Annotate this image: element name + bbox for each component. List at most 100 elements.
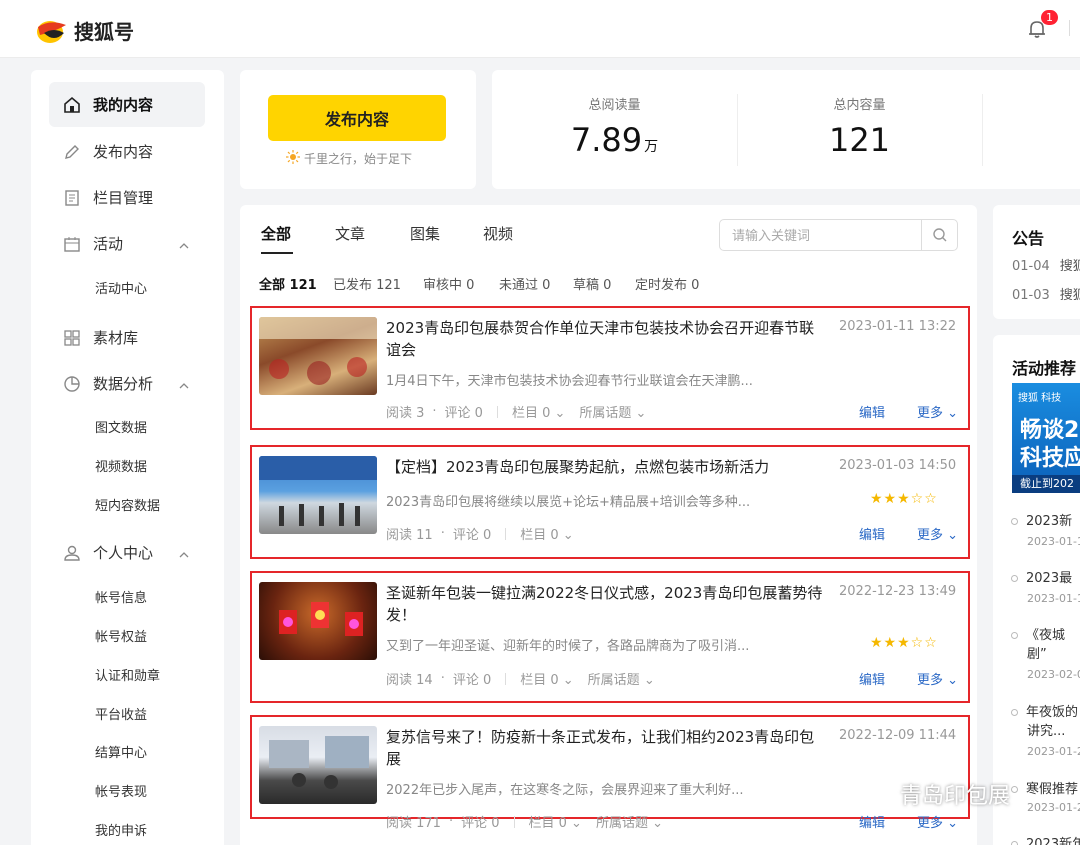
wechat-watermark: 青岛印包展 <box>866 778 1010 810</box>
topic-dropdown[interactable]: 所属话题 ⌄ <box>588 669 655 688</box>
sidebar-item-label: 活动 <box>93 235 124 253</box>
column-dropdown[interactable]: 栏目 0 ⌄ <box>520 524 573 543</box>
notice-row[interactable]: 01-04 搜狐 <box>1012 255 1080 274</box>
filter-scheduled[interactable]: 定时发布 0 <box>635 274 699 293</box>
activity-date: 2023-02-0 <box>1027 668 1080 681</box>
logo[interactable]: 搜狐号 <box>36 16 134 45</box>
rating-stars: ★★★☆☆ <box>870 491 938 507</box>
document-icon <box>63 189 81 207</box>
activity-item[interactable]: 年夜饭的 <box>1011 701 1078 720</box>
article-meta: 阅读 11 · 评论 0 栏目 0 ⌄ <box>386 524 574 543</box>
sidebar-item-columns[interactable]: 栏目管理 <box>49 175 205 220</box>
slogan-text: 千里之行，始于足下 <box>304 152 413 166</box>
search-input[interactable] <box>720 220 920 250</box>
sidebar-sub-account-info[interactable]: 帐号信息 <box>95 587 147 606</box>
notice-card: 公告 01-04 搜狐 01-03 搜狐 <box>993 205 1080 319</box>
read-count: 阅读 11 <box>386 528 433 543</box>
column-dropdown[interactable]: 栏目 0 ⌄ <box>512 402 565 421</box>
sidebar-sub-certification[interactable]: 认证和勋章 <box>95 665 160 684</box>
list-item[interactable]: 【定档】2023青岛印包展聚势起航，点燃包装市场新活力 2023-01-03 1… <box>250 445 970 559</box>
more-dropdown[interactable]: 更多 ⌄ <box>917 402 958 421</box>
comment-count: 评论 0 <box>452 528 492 543</box>
sidebar-sub-settlement[interactable]: 结算中心 <box>95 742 147 761</box>
article-meta: 阅读 3 · 评论 0 栏目 0 ⌄ 所属话题 ⌄ <box>386 402 647 421</box>
column-dropdown[interactable]: 栏目 0 ⌄ <box>529 812 582 831</box>
filter-drafts[interactable]: 草稿 0 <box>573 274 611 293</box>
activity-date: 2023-01-1 <box>1027 592 1080 605</box>
sidebar-sub-short-data[interactable]: 短内容数据 <box>95 495 160 514</box>
publish-content-button[interactable]: 发布内容 <box>268 95 446 141</box>
chevron-up-icon <box>179 546 189 558</box>
sidebar-item-label: 我的内容 <box>93 96 154 114</box>
activity-banner[interactable]: 搜狐 科技 畅谈2 科技应 截止到202 <box>1012 383 1080 493</box>
stat-value: 7.89 万 <box>570 121 659 159</box>
search-icon[interactable] <box>921 220 957 250</box>
list-item[interactable]: 2023青岛印包展恭贺合作单位天津市包装技术协会召开迎春节联谊会 2023-01… <box>250 306 970 430</box>
more-dropdown[interactable]: 更多 ⌄ <box>917 524 958 543</box>
edit-link[interactable]: 编辑 <box>859 812 885 831</box>
stat-label: 总内容量 <box>833 98 886 113</box>
more-dropdown[interactable]: 更多 ⌄ <box>917 812 958 831</box>
activity-title: 活动推荐 <box>1012 359 1077 378</box>
sidebar-sub-performance[interactable]: 帐号表现 <box>95 781 147 800</box>
activity-date: 2023-01-2 <box>1027 801 1080 814</box>
filter-published[interactable]: 已发布 121 <box>333 274 401 293</box>
edit-link[interactable]: 编辑 <box>859 669 885 688</box>
sidebar-sub-appeal[interactable]: 我的申诉 <box>95 820 147 839</box>
comment-count: 评论 0 <box>444 406 483 421</box>
sidebar-item-label: 个人中心 <box>93 544 154 562</box>
list-item[interactable]: 圣诞新年包装一键拉满2022冬日仪式感，2023青岛印包展蓄势待发！ 2022-… <box>250 571 970 703</box>
stats-card: 总阅读量 7.89 万 总内容量 121 <box>492 70 1080 189</box>
tab-all[interactable]: 全部 <box>261 223 291 244</box>
sidebar-sub-revenue[interactable]: 平台收益 <box>95 704 147 723</box>
sidebar-sub-account-rights[interactable]: 帐号权益 <box>95 626 147 645</box>
activity-item[interactable]: 《夜城 <box>1011 624 1065 643</box>
stat-value: 121 <box>828 121 891 159</box>
more-dropdown[interactable]: 更多 ⌄ <box>917 669 958 688</box>
tab-videos[interactable]: 视频 <box>483 223 513 244</box>
article-title[interactable]: 圣诞新年包装一键拉满2022冬日仪式感，2023青岛印包展蓄势待发！ <box>386 582 826 626</box>
sidebar-item-analytics[interactable]: 数据分析 <box>49 361 205 406</box>
edit-link[interactable]: 编辑 <box>859 524 885 543</box>
sidebar-sub-article-data[interactable]: 图文数据 <box>95 417 147 436</box>
column-dropdown[interactable]: 栏目 0 ⌄ <box>520 669 573 688</box>
sidebar-item-activity[interactable]: 活动 <box>49 221 205 266</box>
topic-dropdown[interactable]: 所属话题 ⌄ <box>579 402 646 421</box>
activity-item[interactable]: 2023最 <box>1011 567 1072 586</box>
activity-item[interactable]: 2023新年 <box>1011 833 1080 845</box>
divider <box>1069 20 1070 36</box>
content-list-card: 全部 文章 图集 视频 全部 121 已发布 121 审核中 0 未通过 0 草… <box>240 205 977 845</box>
filter-rejected[interactable]: 未通过 0 <box>499 274 550 293</box>
slogan: 千里之行，始于足下 <box>286 150 412 167</box>
notice-title: 公告 <box>1012 229 1045 248</box>
article-date: 2023-01-11 13:22 <box>839 319 957 334</box>
wechat-icon <box>866 780 894 808</box>
activity-item[interactable]: 2023新 <box>1011 510 1072 529</box>
filter-all[interactable]: 全部 121 <box>259 274 317 293</box>
topic-dropdown[interactable]: 所属话题 ⌄ <box>596 812 663 831</box>
sidebar-item-publish[interactable]: 发布内容 <box>49 129 205 174</box>
filter-reviewing[interactable]: 审核中 0 <box>423 274 474 293</box>
tab-albums[interactable]: 图集 <box>410 223 440 244</box>
article-title[interactable]: 复苏信号来了！防疫新十条正式发布，让我们相约2023青岛印包展 <box>386 726 826 770</box>
article-title[interactable]: 2023青岛印包展恭贺合作单位天津市包装技术协会召开迎春节联谊会 <box>386 317 826 361</box>
tab-articles[interactable]: 文章 <box>335 223 365 244</box>
grid-icon <box>63 329 81 347</box>
sidebar-item-materials[interactable]: 素材库 <box>49 315 205 360</box>
notice-row[interactable]: 01-03 搜狐 <box>1012 284 1080 303</box>
read-count: 阅读 171 <box>386 816 441 831</box>
article-title[interactable]: 【定档】2023青岛印包展聚势起航，点燃包装市场新活力 <box>386 456 826 478</box>
brand-name: 搜狐号 <box>74 20 134 44</box>
activity-date: 2023-01-1 <box>1027 535 1080 548</box>
list-item[interactable]: 复苏信号来了！防疫新十条正式发布，让我们相约2023青岛印包展 2022-12-… <box>250 715 970 831</box>
sidebar-sub-video-data[interactable]: 视频数据 <box>95 456 147 475</box>
rating-stars: ★★★☆☆ <box>870 635 938 651</box>
sidebar-item-my-content[interactable]: 我的内容 <box>49 82 205 127</box>
activity-item[interactable]: 寒假推荐 <box>1011 778 1078 797</box>
sidebar-sub-activity-center[interactable]: 活动中心 <box>95 278 147 297</box>
article-meta: 阅读 171 · 评论 0 栏目 0 ⌄ 所属话题 ⌄ <box>386 812 663 831</box>
notification-badge: 1 <box>1041 10 1058 25</box>
edit-link[interactable]: 编辑 <box>859 402 885 421</box>
sidebar-item-personal[interactable]: 个人中心 <box>49 530 205 575</box>
article-thumbnail <box>259 317 377 395</box>
